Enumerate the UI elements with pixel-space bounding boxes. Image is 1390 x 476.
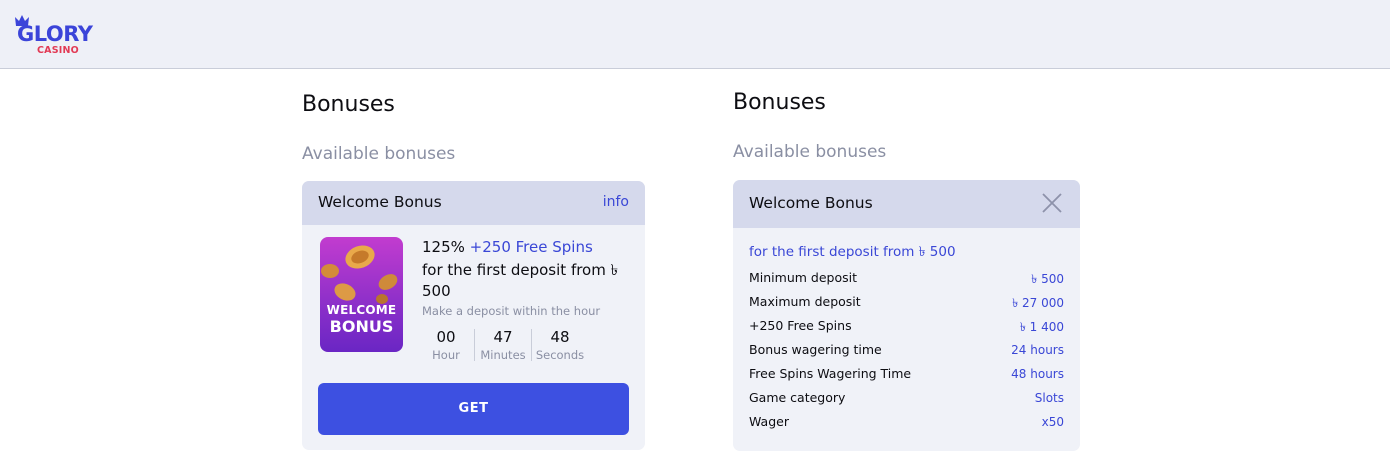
bonuses-section-right: Bonuses Available bonuses Welcome Bonus … <box>733 90 1083 470</box>
term-row: Wager x50 <box>749 414 1064 438</box>
term-label: +250 Free Spins <box>749 318 852 333</box>
timer-minutes: 47 Minutes <box>476 327 530 363</box>
timer-hours: 00 Hour <box>419 327 473 363</box>
top-bar: GLORY CASINO <box>0 0 1390 69</box>
card-title: Welcome Bonus <box>749 194 873 212</box>
welcome-bonus-card: Welcome Bonus info WELCOME BONUS 125% +2… <box>302 181 645 450</box>
term-label: Game category <box>749 390 846 405</box>
timer-divider <box>474 329 475 361</box>
first-deposit-text: for the first deposit from ৳ 500 <box>749 244 956 260</box>
timer-divider <box>531 329 532 361</box>
offer-headline: 125% +250 Free Spins <box>422 238 593 256</box>
timer-seconds: 48 Seconds <box>533 327 587 363</box>
term-label: Bonus wagering time <box>749 342 882 357</box>
term-row: +250 Free Spins ৳ 1 400 <box>749 318 1064 342</box>
image-text-bonus: BONUS <box>329 317 394 336</box>
glory-casino-logo[interactable]: GLORY CASINO <box>15 15 105 59</box>
term-row: Free Spins Wagering Time 48 hours <box>749 366 1064 390</box>
get-bonus-button[interactable]: GET <box>318 383 629 435</box>
page-title: Bonuses <box>302 92 395 117</box>
offer-hint: Make a deposit within the hour <box>422 304 601 318</box>
term-row: Minimum deposit ৳ 500 <box>749 270 1064 294</box>
term-row: Game category Slots <box>749 390 1064 414</box>
term-value: 48 hours <box>1011 367 1064 381</box>
term-label: Free Spins Wagering Time <box>749 366 912 381</box>
welcome-bonus-details-card: Welcome Bonus for the first deposit from… <box>733 180 1080 451</box>
card-header: Welcome Bonus <box>733 180 1080 228</box>
section-subtitle: Available bonuses <box>302 144 456 164</box>
term-value: ৳ 500 <box>1031 272 1064 286</box>
bonus-terms-list: Minimum deposit ৳ 500 Maximum deposit ৳ … <box>749 270 1064 438</box>
term-row: Bonus wagering time 24 hours <box>749 342 1064 366</box>
page-title: Bonuses <box>733 90 826 115</box>
offer-description: for the first deposit from ৳ 500 <box>422 261 619 300</box>
logo-subtext: CASINO <box>37 45 79 56</box>
term-value: 24 hours <box>1011 343 1064 357</box>
timer-minutes-value: 47 <box>493 328 513 346</box>
term-value: ৳ 1 400 <box>1019 320 1064 334</box>
info-link[interactable]: info <box>603 194 629 210</box>
bonuses-section-left: Bonuses Available bonuses Welcome Bonus … <box>302 92 646 472</box>
timer-hours-value: 00 <box>436 328 456 346</box>
term-value: Slots <box>1034 391 1064 405</box>
term-value: x50 <box>1041 415 1064 429</box>
term-label: Wager <box>749 414 789 429</box>
section-subtitle: Available bonuses <box>733 142 887 162</box>
offer-percent: 125% <box>422 238 465 256</box>
close-icon[interactable] <box>1041 192 1063 214</box>
card-title: Welcome Bonus <box>318 193 442 211</box>
term-label: Minimum deposit <box>749 270 857 285</box>
term-value: ৳ 27 000 <box>1012 296 1064 310</box>
timer-seconds-label: Seconds <box>535 348 585 362</box>
image-text-welcome: WELCOME <box>326 303 397 317</box>
offer-spins: +250 Free Spins <box>469 238 593 256</box>
card-header: Welcome Bonus info <box>302 181 645 225</box>
term-label: Maximum deposit <box>749 294 861 309</box>
logo-text: GLORY <box>17 22 93 46</box>
timer-seconds-value: 48 <box>550 328 570 346</box>
term-row: Maximum deposit ৳ 27 000 <box>749 294 1064 318</box>
timer-minutes-label: Minutes <box>480 348 526 362</box>
welcome-bonus-image: WELCOME BONUS <box>320 237 403 352</box>
timer-hours-label: Hour <box>432 348 460 362</box>
